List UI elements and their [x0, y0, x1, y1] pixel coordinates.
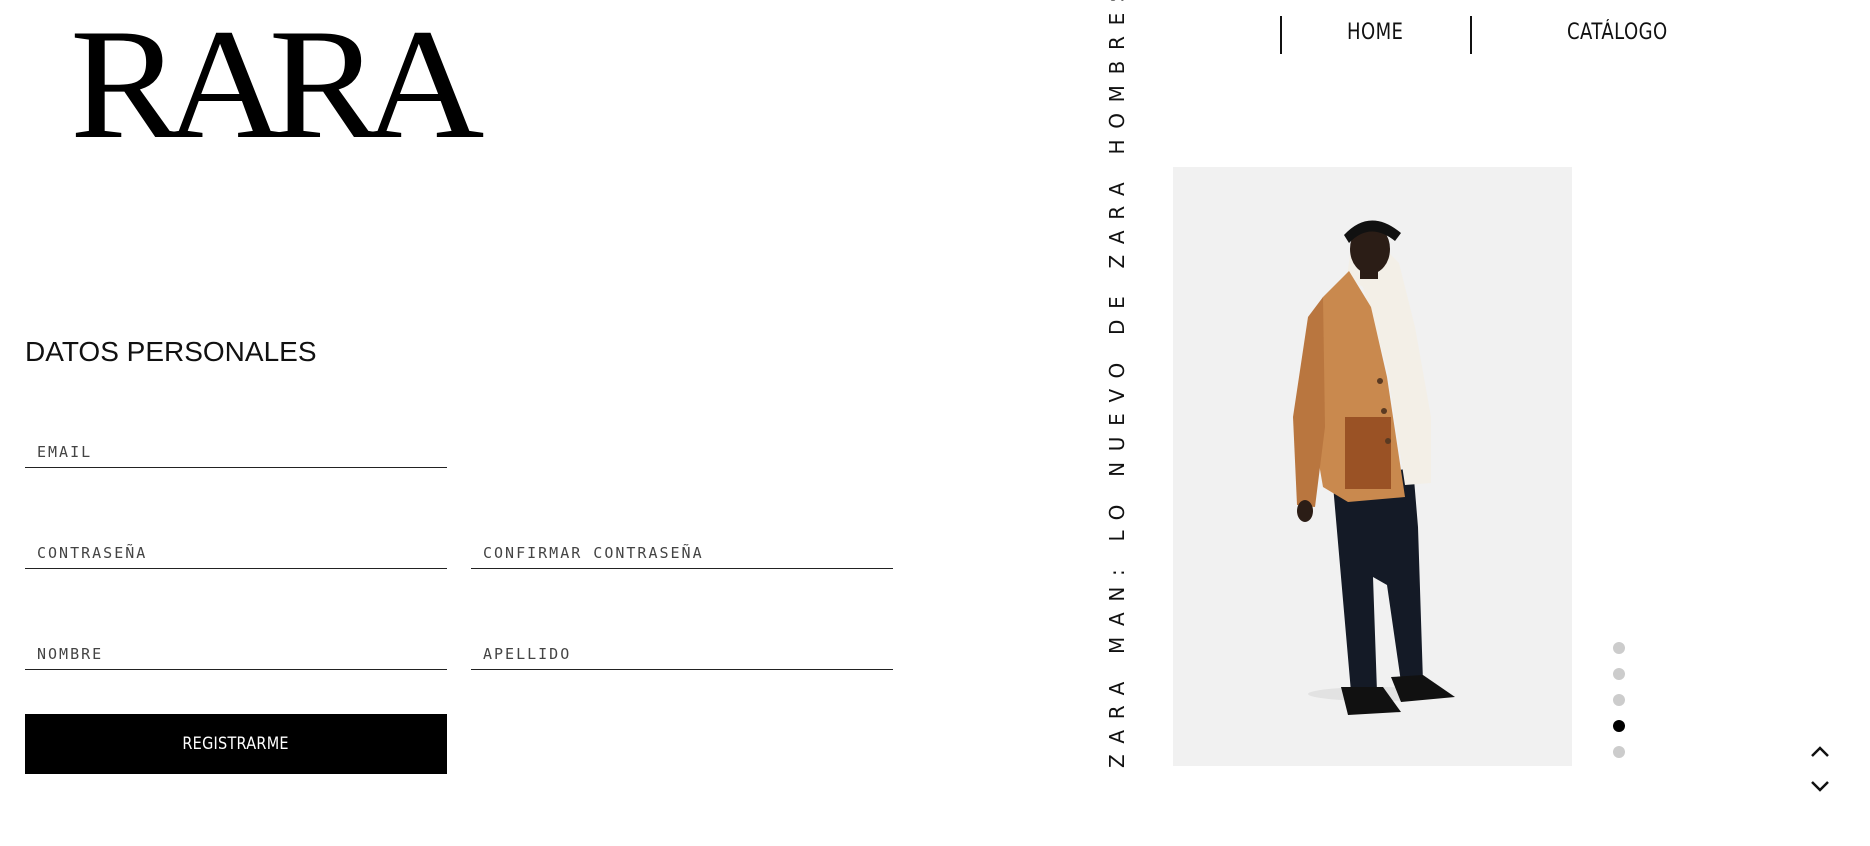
- carousel-dot-5[interactable]: [1613, 746, 1625, 758]
- carousel-dot-3[interactable]: [1613, 694, 1625, 706]
- carousel-dot-4[interactable]: [1613, 720, 1625, 732]
- model-illustration: [1293, 220, 1455, 715]
- chevron-up-icon[interactable]: [1808, 740, 1832, 764]
- confirm-password-field[interactable]: [471, 537, 893, 569]
- nav-divider: [1280, 16, 1282, 54]
- chevron-down-icon[interactable]: [1808, 774, 1832, 798]
- email-field[interactable]: [25, 436, 447, 468]
- form-title: DATOS PERSONALES: [25, 336, 317, 367]
- nav-divider: [1470, 16, 1472, 54]
- nav-home-link[interactable]: HOME: [1347, 20, 1403, 45]
- carousel-dot-2[interactable]: [1613, 668, 1625, 680]
- last-name-field[interactable]: [471, 638, 893, 670]
- brand-logo[interactable]: RARA: [70, 6, 484, 164]
- nav-catalog-link[interactable]: CATÁLOGO: [1567, 20, 1668, 45]
- register-button-label: REGISTRARME: [182, 734, 290, 754]
- password-field[interactable]: [25, 537, 447, 569]
- carousel-dot-1[interactable]: [1613, 642, 1625, 654]
- carousel-tagline: ZARA MAN: LO NUEVO DE ZARA HOMBRES: [1105, 0, 1129, 768]
- carousel-model-photo: [1173, 167, 1572, 766]
- register-button[interactable]: REGISTRARME: [25, 714, 447, 774]
- first-name-field[interactable]: [25, 638, 447, 670]
